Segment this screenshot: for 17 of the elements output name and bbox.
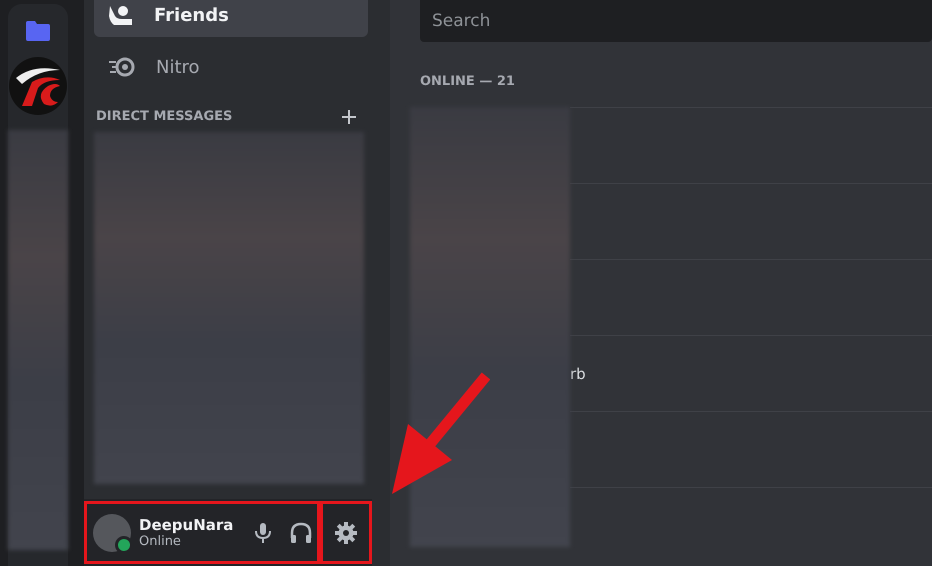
nav-item[interactable]: Friends [94,0,368,37]
status-dot [115,536,133,554]
member-name: rb [570,364,586,382]
section-title: DIRECT MESSAGES [96,109,232,124]
server-logo-icon[interactable] [8,56,68,116]
nav-label: Friends [154,4,229,26]
user-status: Online [139,534,182,549]
nav-item[interactable]: Nitro [94,45,368,89]
nav-label: Nitro [156,56,200,78]
avatar[interactable] [93,514,131,552]
member-row[interactable]: rb [570,335,932,411]
online-count: ONLINE — 21 [420,74,516,89]
folder-icon[interactable] [25,20,51,42]
search-field[interactable]: Search [420,0,932,42]
username: DeepuNara [139,516,234,534]
nitro-icon [108,57,136,77]
plus-icon[interactable] [342,110,356,124]
